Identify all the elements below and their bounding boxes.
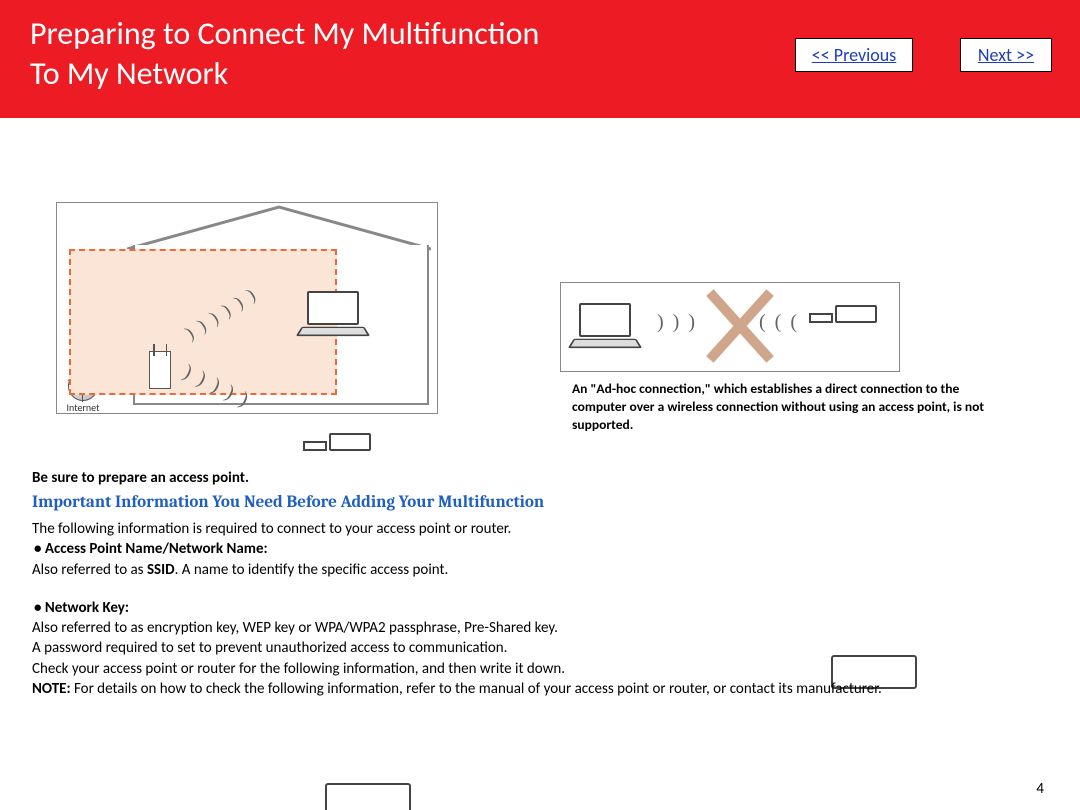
body-text: Be sure to prepare an access point. Impo… [32,468,1056,699]
ap-name-label: Access Point Name/Network Name: [34,539,1056,559]
network-key-line1: Also referred to as encryption key, WEP … [32,618,1056,638]
network-key-label: Network Key: [34,598,1056,618]
previous-button[interactable]: << Previous [795,38,913,72]
note-line: NOTE: For details on how to check the fo… [32,679,1056,699]
diagram-adhoc-unsupported: ) ) ) ( ( ( [560,282,900,372]
content-area: Internet ) ) ) ) ) ) ) ) ) ) ) ) ) ) ( (… [0,118,1080,810]
prepare-heading: Be sure to prepare an access point. [32,468,1056,488]
access-point-icon [149,351,171,389]
intro-text: The following information is required to… [32,519,1056,539]
adhoc-caption: An "Ad-hoc connection," which establishe… [572,380,1012,435]
important-info-heading: Important Information You Need Before Ad… [32,492,1056,515]
title-line-2: To My Network [30,54,228,93]
printer-icon [799,305,881,351]
wireless-wave-icon: ( ( ( [759,311,799,334]
wireless-wave-icon: ) ) ) [657,311,697,334]
header-bar: Preparing to Connect My Multifunction To… [0,0,1080,118]
laptop-icon [299,291,367,335]
internet-label: Internet [63,401,103,414]
diagram-infrastructure: Internet ) ) ) ) ) ) ) ) ) ) ) [56,202,438,414]
next-button[interactable]: Next >> [960,38,1052,72]
network-key-line2: A password required to set to prevent un… [32,638,1056,658]
network-key-line3: Check your access point or router for th… [32,659,1056,679]
laptop-icon [571,303,639,347]
title-line-1: Preparing to Connect My Multifunction [30,14,539,53]
page-number: 4 [1036,780,1044,798]
ap-name-desc: Also referred to as SSID. A name to iden… [32,560,1056,580]
page-title: Preparing to Connect My Multifunction To… [30,14,539,94]
